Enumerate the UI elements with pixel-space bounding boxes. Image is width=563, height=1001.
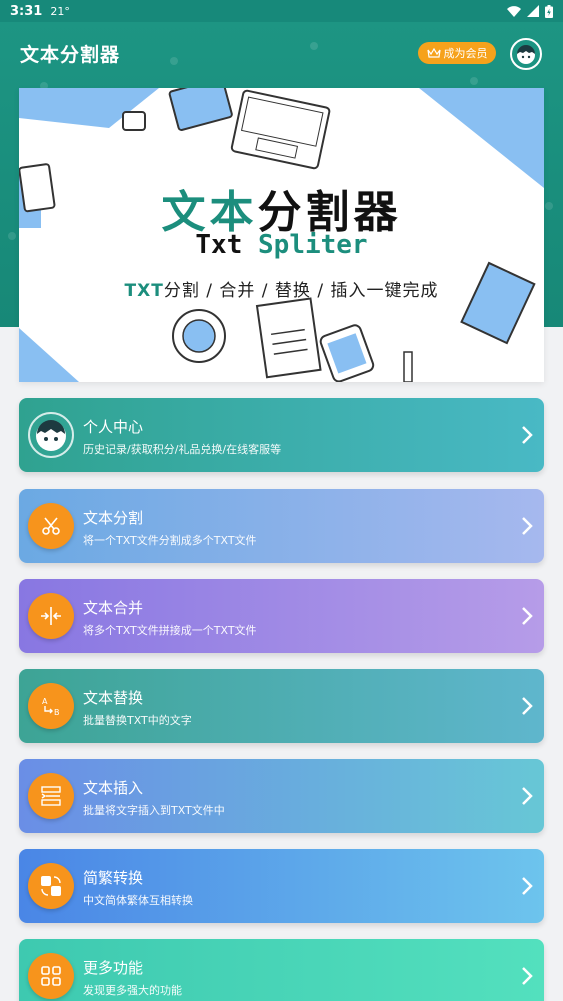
a-to-b-icon: AB: [28, 683, 74, 729]
profile-button[interactable]: [510, 38, 542, 70]
chevron-right-icon: [522, 967, 533, 985]
card-title: 文本分割: [83, 509, 144, 527]
card-title: 文本替换: [83, 689, 144, 707]
simplified-traditional-icon: [28, 863, 74, 909]
card-title: 个人中心: [83, 418, 144, 436]
grid-icon: [28, 953, 74, 999]
avatar-icon: [28, 412, 74, 458]
become-member-button[interactable]: 成为会员: [418, 42, 496, 64]
merge-icon: [28, 593, 74, 639]
card-text-replace[interactable]: AB 文本替换 批量替换TXT中的文字: [19, 669, 544, 743]
battery-icon: [545, 4, 553, 18]
scissors-icon: [28, 503, 74, 549]
card-text-split[interactable]: 文本分割 将一个TXT文件分割成多个TXT文件: [19, 489, 544, 563]
banner-subtitle: Txt Spliter: [195, 230, 368, 260]
card-text-merge[interactable]: 文本合并 将多个TXT文件拼接成一个TXT文件: [19, 579, 544, 653]
svg-text:B: B: [54, 708, 60, 717]
crown-icon: [426, 48, 441, 58]
chevron-right-icon: [522, 877, 533, 895]
card-simplified-traditional[interactable]: 简繁转换 中文简体繁体互相转换: [19, 849, 544, 923]
card-description: 将一个TXT文件分割成多个TXT文件: [83, 534, 257, 547]
chevron-right-icon: [522, 607, 533, 625]
insert-text-icon: [28, 773, 74, 819]
card-more-features[interactable]: 更多功能 发现更多强大的功能: [19, 939, 544, 1001]
status-time: 3:31: [10, 3, 43, 19]
card-title: 更多功能: [83, 959, 144, 977]
card-title: 文本插入: [83, 779, 144, 797]
card-title: 文本合并: [83, 599, 144, 617]
card-title: 简繁转换: [83, 869, 144, 887]
status-temperature: 21°: [50, 4, 70, 18]
card-description: 中文简体繁体互相转换: [83, 894, 193, 907]
banner-tagline: TXT分割 / 合并 / 替换 / 插入一键完成: [124, 281, 439, 301]
become-member-label: 成为会员: [443, 47, 488, 60]
chevron-right-icon: [522, 787, 533, 805]
avatar-icon: [517, 45, 535, 64]
card-description: 历史记录/获取积分/礼品兑换/在线客服等: [83, 443, 282, 456]
svg-text:A: A: [42, 697, 48, 706]
wifi-icon: [507, 5, 521, 17]
chevron-right-icon: [522, 517, 533, 535]
card-description: 批量替换TXT中的文字: [83, 714, 192, 727]
app-title: 文本分割器: [20, 44, 121, 66]
card-text-insert[interactable]: 文本插入 批量将文字插入到TXT文件中: [19, 759, 544, 833]
status-bar: 3:31 21°: [0, 0, 563, 22]
card-description: 发现更多强大的功能: [83, 984, 182, 997]
signal-icon: [527, 5, 539, 17]
card-description: 将多个TXT文件拼接成一个TXT文件: [83, 624, 257, 637]
card-description: 批量将文字插入到TXT文件中: [83, 804, 225, 817]
chevron-right-icon: [522, 697, 533, 715]
banner-image[interactable]: 文本分割器 Txt Spliter TXT分割 / 合并 / 替换 / 插入一键…: [19, 88, 544, 382]
card-personal-center[interactable]: 个人中心 历史记录/获取积分/礼品兑换/在线客服等: [19, 398, 544, 472]
chevron-right-icon: [522, 426, 533, 444]
